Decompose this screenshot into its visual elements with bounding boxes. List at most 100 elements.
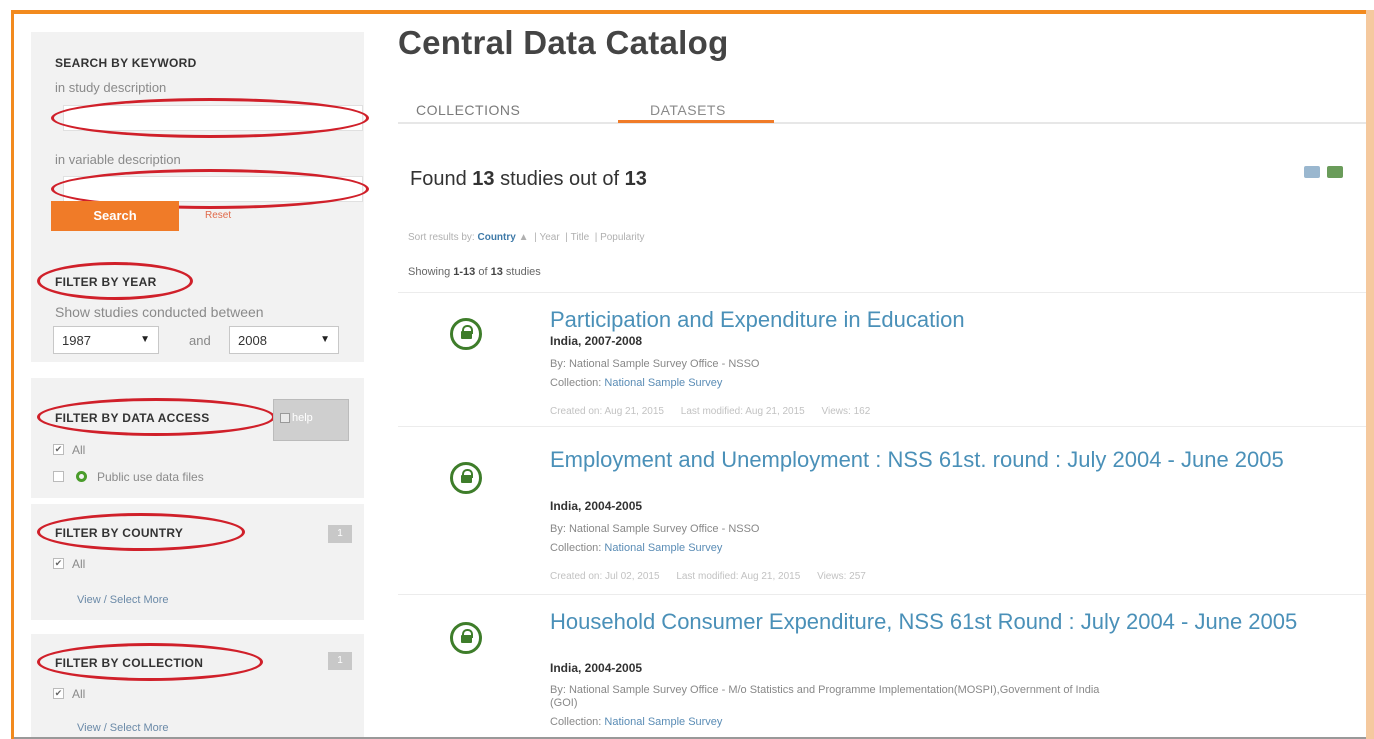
keyword-panel: SEARCH BY KEYWORD in study description i… [31, 32, 369, 252]
found-total: 13 [624, 168, 647, 190]
results-summary: Found 13 studies out of 13 [410, 168, 647, 191]
showing-range: Showing 1-13 of 13 studies [408, 266, 541, 278]
study-divider [398, 426, 1366, 427]
year-hint: Show studies conducted between [55, 304, 264, 320]
collection-link[interactable]: National Sample Survey [604, 377, 722, 389]
data-access-panel: FILTER BY DATA ACCESS help ✔ All Public u… [31, 378, 364, 498]
collection-link[interactable]: National Sample Survey [604, 716, 722, 728]
results-divider [398, 292, 1366, 293]
access-public-row[interactable]: Public use data files [53, 470, 204, 484]
collection-view-more-link[interactable]: View / Select More [77, 722, 169, 734]
access-all-label: All [72, 443, 86, 457]
public-access-icon [76, 471, 87, 483]
checkbox-checked-icon[interactable]: ✔ [53, 444, 64, 456]
study-country: India, 2007-2008 [550, 334, 643, 348]
study-collection: Collection: National Sample Survey [550, 716, 722, 729]
study-title-link[interactable]: Employment and Unemployment : NSS 61st. … [550, 448, 1366, 472]
sort-country-link[interactable]: Country [477, 232, 515, 243]
study-created: Created on: Aug 21, 2015 [550, 406, 664, 417]
study-modified: Last modified: Aug 21, 2015 [676, 571, 801, 582]
collection-panel: FILTER BY COLLECTION 1 ✔ All View / Selec… [31, 634, 364, 737]
collection-all-label: All [72, 687, 86, 701]
study-item: Employment and Unemployment : NSS 61st. … [398, 446, 1366, 596]
tab-collections[interactable]: COLLECTIONS [416, 102, 520, 118]
study-created: Created on: Jul 02, 2015 [550, 571, 660, 582]
variable-description-label: in variable description [55, 152, 181, 167]
collection-panel-title: FILTER BY COLLECTION [55, 656, 204, 670]
study-modified: Last modified: Aug 21, 2015 [680, 406, 805, 417]
checkbox-checked-icon[interactable]: ✔ [53, 688, 64, 700]
year-from-select[interactable]: 1987 ▼ [53, 326, 159, 354]
study-description-input[interactable] [63, 105, 363, 131]
year-to-value: 2008 [238, 333, 267, 348]
collection-prefix: Collection: [550, 377, 602, 389]
variable-description-input[interactable] [63, 176, 363, 202]
study-footer: Created on: Jul 02, 2015 Last modified: … [550, 571, 880, 582]
showing-suffix: studies [505, 266, 541, 278]
year-to-select[interactable]: 2008 ▼ [229, 326, 339, 354]
country-view-more-link[interactable]: View / Select More [77, 594, 169, 606]
lock-icon [450, 462, 482, 494]
frame-left-border [0, 10, 14, 739]
study-item: Household Consumer Expenditure, NSS 61st… [398, 608, 1366, 737]
collection-prefix: Collection: [550, 542, 602, 554]
checkbox-icon[interactable] [53, 471, 64, 483]
study-views: Views: 257 [817, 571, 866, 582]
rss-export-icon[interactable] [1304, 166, 1320, 178]
year-and-label: and [189, 333, 211, 348]
sort-prefix: Sort results by: [408, 232, 475, 243]
collection-count-badge: 1 [328, 652, 352, 670]
active-tab-indicator [618, 120, 774, 123]
study-country: India, 2004-2005 [550, 661, 643, 675]
help-alt-text: help [292, 412, 313, 424]
collection-prefix: Collection: [550, 716, 602, 728]
sort-year-link[interactable]: Year [539, 232, 559, 243]
study-by: By: National Sample Survey Office - NSSO [550, 523, 760, 535]
collection-link[interactable]: National Sample Survey [604, 542, 722, 554]
study-collection: Collection: National Sample Survey [550, 377, 722, 390]
study-collection: Collection: National Sample Survey [550, 542, 722, 555]
country-panel-title: FILTER BY COUNTRY [55, 526, 184, 540]
lock-icon [450, 318, 482, 350]
sidebar: SEARCH BY KEYWORD in study description i… [17, 14, 369, 737]
showing-range-value: 1-13 [453, 266, 476, 278]
access-public-label: Public use data files [97, 470, 204, 484]
sort-title-link[interactable]: Title [571, 232, 590, 243]
country-panel: FILTER BY COUNTRY 1 ✔ All View / Select M… [31, 504, 364, 620]
study-title-link[interactable]: Household Consumer Expenditure, NSS 61st… [550, 610, 1366, 634]
showing-prefix: Showing [408, 266, 451, 278]
access-all-row[interactable]: ✔ All [53, 443, 85, 457]
study-item: Participation and Expenditure in Educati… [398, 306, 1366, 434]
frame-top-border [0, 0, 1374, 14]
checkbox-checked-icon[interactable]: ✔ [53, 558, 64, 570]
country-all-label: All [72, 557, 86, 571]
frame-right-edge [1366, 10, 1374, 739]
tab-datasets[interactable]: DATASETS [650, 102, 726, 118]
search-button[interactable]: Search [51, 201, 179, 231]
study-footer: Created on: Aug 21, 2015 Last modified: … [550, 406, 884, 417]
study-description-label: in study description [55, 80, 167, 95]
data-access-panel-title: FILTER BY DATA ACCESS [55, 411, 210, 425]
year-panel-title: FILTER BY YEAR [55, 275, 157, 289]
showing-of: of [478, 266, 488, 278]
country-all-row[interactable]: ✔ All [53, 557, 85, 571]
chevron-down-icon: ▼ [320, 334, 330, 345]
country-count-badge: 1 [328, 525, 352, 543]
sort-popularity-link[interactable]: Popularity [600, 232, 644, 243]
help-button[interactable]: help [273, 399, 349, 441]
collection-all-row[interactable]: ✔ All [53, 687, 85, 701]
study-by: By: National Sample Survey Office - M/o … [550, 684, 1100, 709]
keyword-panel-title: SEARCH BY KEYWORD [55, 56, 197, 70]
tabs-divider [398, 122, 1366, 124]
found-prefix: Found [410, 168, 467, 190]
study-title-link[interactable]: Participation and Expenditure in Educati… [550, 308, 1366, 332]
year-panel: FILTER BY YEAR Show studies conducted be… [31, 252, 364, 362]
broken-image-icon [280, 413, 290, 424]
reset-link[interactable]: Reset [205, 210, 231, 221]
study-by: By: National Sample Survey Office - NSSO [550, 358, 760, 370]
lock-icon [450, 622, 482, 654]
main-content: Central Data Catalog COLLECTIONS DATASET… [370, 14, 1366, 737]
study-divider [398, 594, 1366, 595]
excel-export-icon[interactable] [1327, 166, 1344, 178]
found-mid: studies out of [500, 168, 620, 190]
